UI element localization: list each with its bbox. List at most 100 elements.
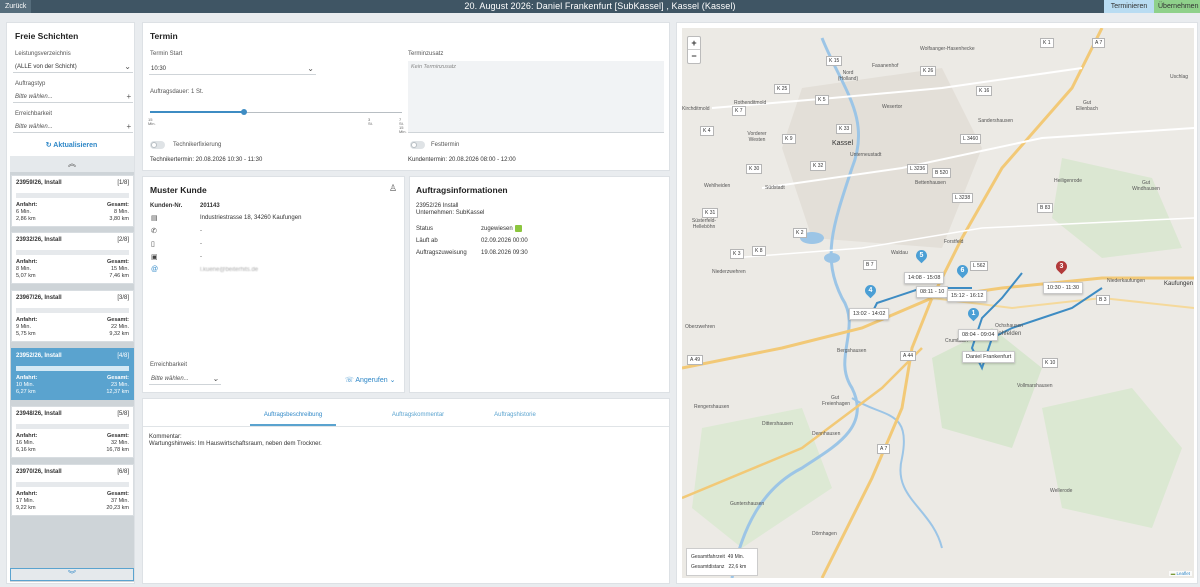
- auftrag-line1: 23952/26 Install: [416, 203, 459, 209]
- map-place-label: Vorderer Westen: [747, 131, 767, 143]
- free-shifts-panel: Freie Schichten Leistungsverzeichnis (AL…: [6, 22, 135, 584]
- map-place-label: Ochshausen: [995, 323, 1024, 329]
- customer-name: Muster Kunde: [150, 185, 207, 195]
- at-icon: @: [151, 266, 159, 273]
- termin-title: Termin: [150, 31, 178, 41]
- terminzusatz-textarea[interactable]: Kein Terminzusatz: [408, 61, 664, 133]
- road-label: L 3238: [952, 193, 974, 203]
- map-base: [682, 28, 1194, 578]
- tab-auftragskommentar[interactable]: Auftragskommentar: [375, 412, 461, 418]
- customer-mobile: -: [200, 241, 202, 247]
- map-place-label: Gut Ellenbach: [1076, 100, 1098, 112]
- road-label: K 8: [752, 246, 766, 256]
- map-panel[interactable]: + − Wolfsanger-Hasenhecke Fasanenhof Nor…: [676, 22, 1198, 584]
- map-marker[interactable]: 6: [954, 262, 971, 279]
- refresh-button[interactable]: ↻ Aktualisieren: [7, 141, 136, 149]
- road-label: K 1: [1040, 38, 1054, 48]
- duration-slider[interactable]: [150, 109, 402, 115]
- map-canvas[interactable]: + − Wolfsanger-Hasenhecke Fasanenhof Nor…: [682, 28, 1194, 578]
- zuweisung-label: Auftragszuweisung: [416, 250, 467, 256]
- kunden-nr-label: Kunden-Nr.: [150, 203, 183, 209]
- shift-item[interactable]: 23970/26, Install [6/8] Anfahrt: Gesamt:…: [11, 464, 134, 516]
- map-place-label: Wolfsanger-Hasenhecke: [920, 46, 975, 52]
- map-attribution[interactable]: ▬ Leaflet: [1168, 571, 1192, 576]
- road-label: K 2: [793, 228, 807, 238]
- angerufen-button[interactable]: ☏ Angerufen ⌄: [345, 376, 395, 384]
- customer-email[interactable]: l.kuene@beiterhits.de: [200, 267, 258, 273]
- map-place-label: Sandershausen: [978, 118, 1014, 124]
- map-place-label: Süsterfeld-Helleböhn: [691, 218, 717, 230]
- terminzusatz-label: Terminzusatz: [408, 51, 444, 57]
- road-label: K 4: [700, 126, 714, 136]
- map-place-label: Unterneustadt: [850, 152, 882, 158]
- map-place-label: Dennhausen: [812, 431, 841, 437]
- shift-item[interactable]: 23959/26, Install [1/8] Anfahrt: Gesamt:…: [11, 175, 134, 227]
- map-place-label: Wellerode: [1050, 488, 1073, 494]
- chevron-double-down-icon: ︾: [68, 570, 76, 579]
- chevron-down-icon: ⌄: [212, 374, 219, 383]
- tab-auftragsbeschreibung[interactable]: Auftragsbeschreibung: [250, 412, 336, 418]
- route-time-label: 08:04 - 09:04: [958, 329, 999, 341]
- shift-item[interactable]: 23967/26, Install [3/8] Anfahrt: Gesamt:…: [11, 290, 134, 342]
- zoom-out-button[interactable]: −: [688, 50, 700, 63]
- road-label: K 15: [826, 56, 843, 66]
- status-value: zugewiesen: [481, 226, 513, 232]
- map-place-label: Kirchditmold: [682, 106, 710, 112]
- scroll-down-button[interactable]: ︾: [10, 568, 134, 581]
- termin-start-select[interactable]: 10:30 ⌄: [149, 63, 316, 75]
- road-label: K 16: [976, 86, 993, 96]
- tabs-divider: [143, 426, 669, 427]
- road-label: L 3236: [907, 164, 929, 174]
- shift-item[interactable]: 23932/26, Install [2/8] Anfahrt: Gesamt:…: [11, 232, 134, 284]
- road-label: A 7: [1092, 38, 1106, 48]
- slider-fill: [150, 111, 244, 113]
- kunde-erreichbarkeit-select[interactable]: Bitte wählen... ⌄: [149, 373, 221, 385]
- kundentermin-text: Kundentermin: 20.08.2026 08:00 - 12:00: [408, 157, 516, 163]
- festtermin-toggle[interactable]: [410, 141, 425, 149]
- technikerfixierung-toggle[interactable]: [150, 141, 165, 149]
- map-marker-target[interactable]: 3: [1053, 258, 1070, 275]
- termin-start-label: Termin Start: [150, 51, 183, 57]
- map-place-label: Niederkaufungen: [1107, 278, 1146, 284]
- slider-handle[interactable]: [241, 109, 247, 115]
- map-place-label: Guntershausen: [730, 501, 765, 507]
- map-place-label: Bettenhausen: [915, 180, 946, 186]
- map-marker[interactable]: 4: [862, 282, 879, 299]
- map-place-label: Rengershausen: [694, 404, 730, 410]
- uebernehmen-button[interactable]: Übernehmen: [1154, 0, 1200, 13]
- road-label: K 33: [836, 124, 853, 134]
- road-label: A 44: [900, 351, 917, 361]
- road-label: K 10: [1042, 358, 1059, 368]
- map-marker[interactable]: 1: [965, 305, 982, 322]
- erreichbarkeit-select[interactable]: Bitte wählen... +: [13, 121, 133, 133]
- technikerfixierung-label: Technikerfixierung: [173, 142, 222, 148]
- slider-tick: 3 St.: [368, 117, 373, 126]
- map-place-label: Dittershausen: [762, 421, 793, 427]
- customer-panel: Muster Kunde ♙ Kunden-Nr. 201143 ▤ Indus…: [142, 176, 405, 393]
- map-place-label: Gut Windhausen: [1132, 180, 1160, 192]
- map-place-label: Dörnhagen: [812, 531, 837, 537]
- technikertermin-text: Technikertermin: 20.08.2026 10:30 - 11:3…: [150, 157, 263, 163]
- laeuft-label: Läuft ab: [416, 238, 438, 244]
- status-indicator: [515, 225, 522, 232]
- map-marker[interactable]: 5: [913, 247, 930, 264]
- scroll-up-button[interactable]: ︽: [10, 156, 134, 172]
- zoom-in-button[interactable]: +: [688, 37, 700, 50]
- auftragstyp-select[interactable]: Bitte wählen... +: [13, 91, 133, 103]
- shift-item[interactable]: 23948/26, Install [5/8] Anfahrt: Gesamt:…: [11, 406, 134, 458]
- shift-item-selected[interactable]: 23952/26, Install [4/8] Anfahrt: Gesamt:…: [11, 348, 134, 400]
- slider-tick: 7 St. 15 Min.: [399, 117, 407, 134]
- map-place-label: Bergshausen: [837, 348, 867, 354]
- fax-icon: ▣: [151, 254, 158, 261]
- road-label: K 32: [810, 161, 827, 171]
- map-place-label: Vollmarshausen: [1017, 383, 1053, 389]
- road-label: K 3: [730, 249, 744, 259]
- laeuft-value: 02.09.2026 00:00: [481, 238, 528, 244]
- plus-icon: +: [126, 122, 131, 131]
- leistung-select[interactable]: (ALLE von der Schicht) ⌄: [13, 61, 133, 73]
- auftragstyp-label: Auftragstyp: [15, 81, 46, 87]
- terminieren-button[interactable]: Terminieren: [1104, 0, 1154, 13]
- route-time-label: 15:12 - 16:12: [947, 290, 988, 302]
- tab-auftragshistorie[interactable]: Auftragshistorie: [472, 412, 558, 418]
- chevron-down-icon: ⌄: [307, 64, 314, 73]
